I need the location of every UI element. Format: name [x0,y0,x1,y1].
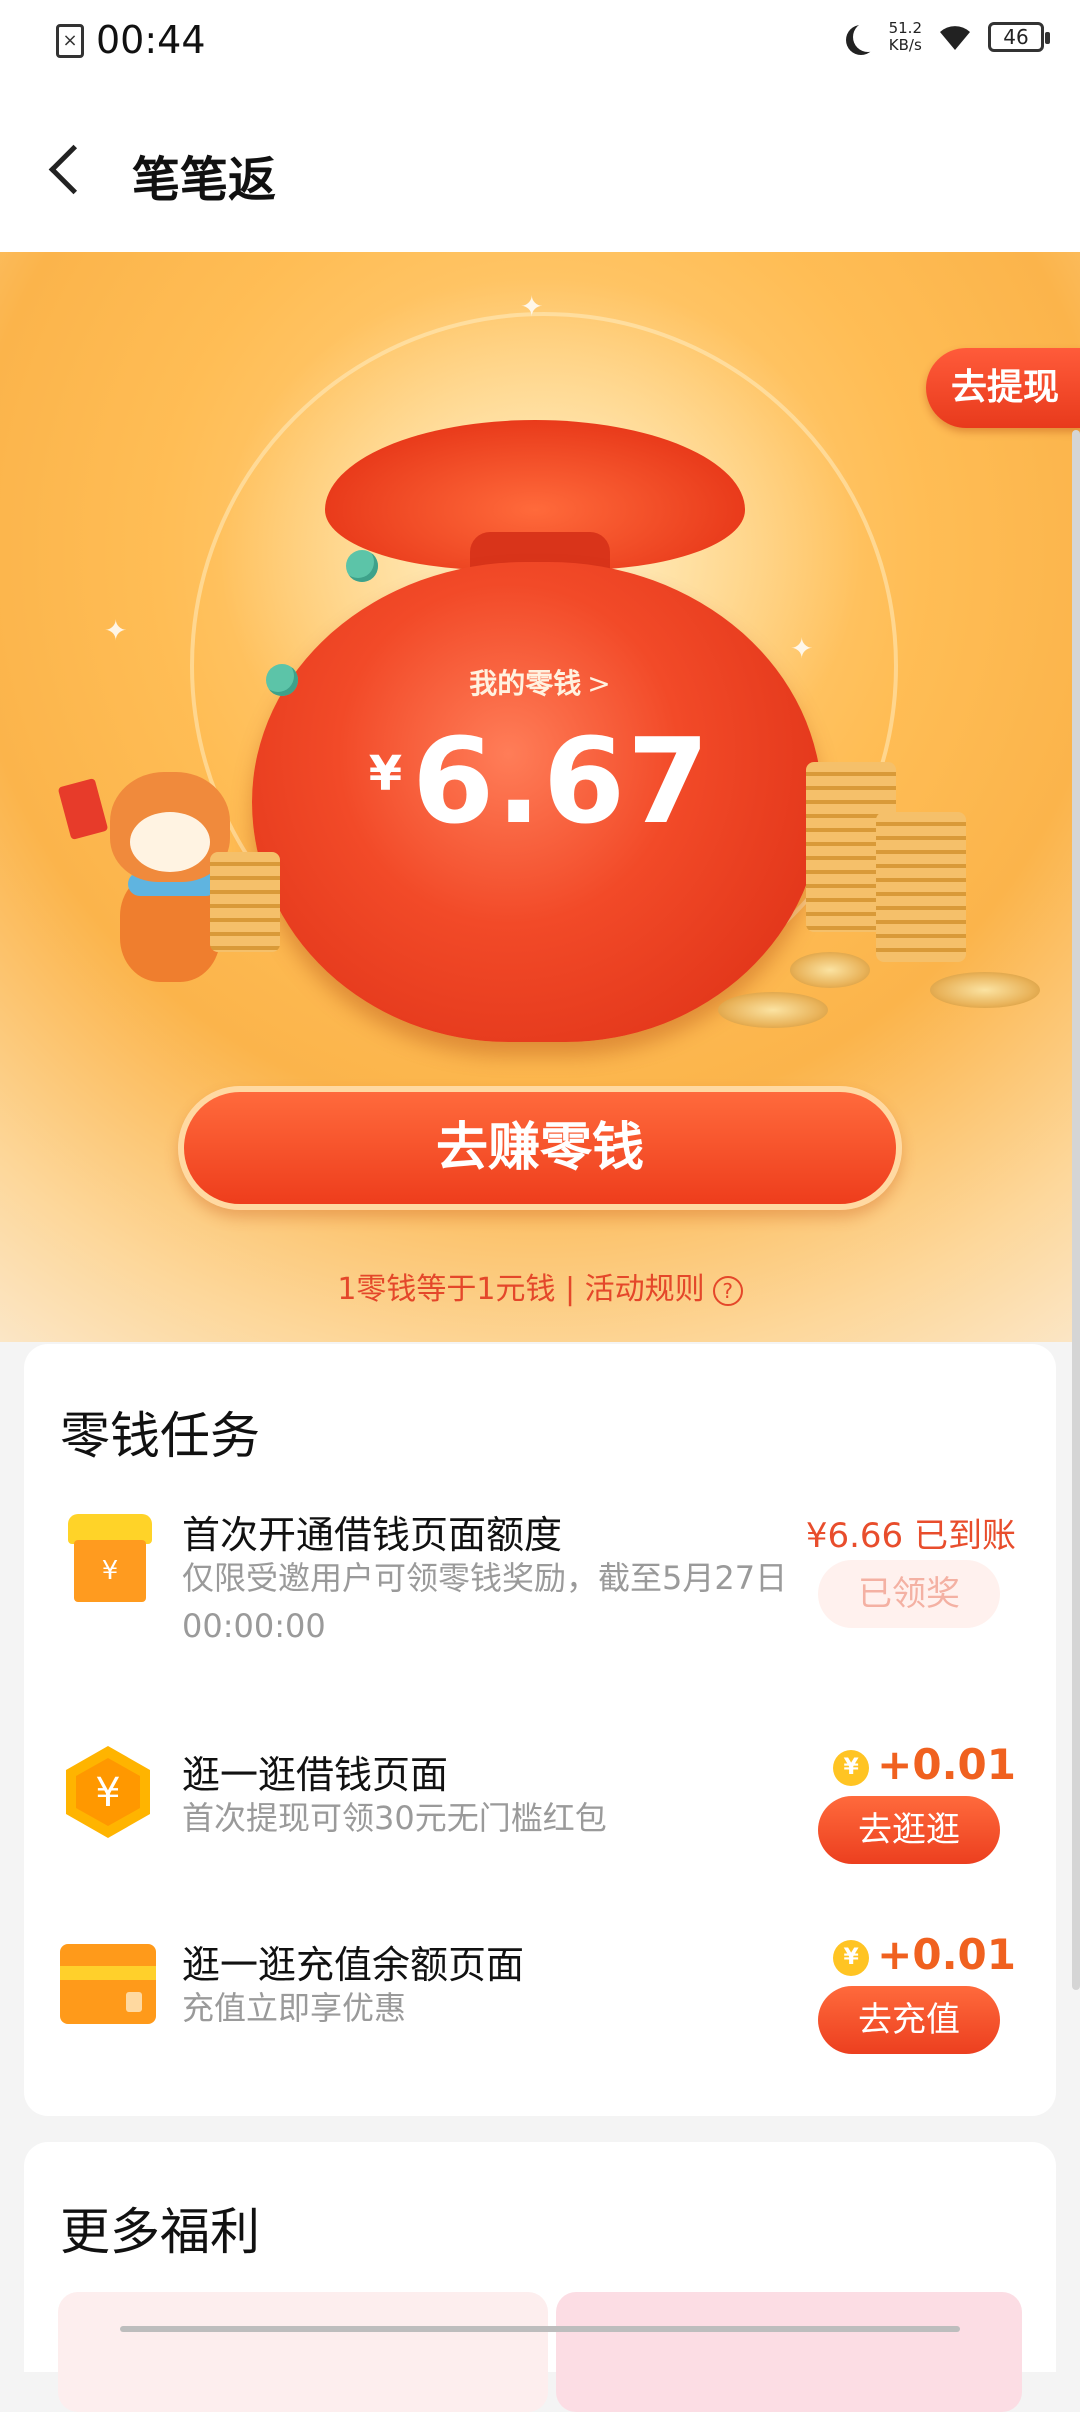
task-desc: 充值立即享优惠 [182,1989,407,2027]
coin-icon: ¥ [833,1749,870,1786]
currency-symbol: ¥ [368,746,403,802]
coin-icon: ¥ [833,1939,870,1976]
more-benefits-title: 更多福利 [60,2203,260,2261]
benefit-tile[interactable] [556,2292,1022,2412]
rule-text: 1零钱等于1元钱 | 活动规则 [337,1272,705,1307]
task-reward-value: +0.01 [877,1740,1016,1789]
task-name: 首次开通借钱页面额度 [182,1513,563,1557]
balance-label: 我的零钱 [469,667,582,700]
page-title: 笔笔返 [132,152,277,208]
coin-stack-icon [210,852,280,952]
mascot-face [130,812,210,872]
earn-change-button[interactable]: 去赚零钱 [178,1086,902,1210]
task-desc: 首次提现可领30元无门槛红包 [182,1799,607,1837]
more-benefits-card: 更多福利 [24,2142,1056,2412]
withdraw-button[interactable]: 去提现 [926,348,1080,428]
network-speed-unit: KB/s [888,36,922,54]
go-browse-button[interactable]: 去逛逛 [818,1796,1000,1864]
wifi-icon [936,22,974,52]
bead-decoration [346,550,378,582]
do-not-disturb-icon [853,22,883,52]
chevron-right-icon: > [587,667,611,700]
card-shape [60,1944,156,2024]
sparkle-icon: ✦ [520,290,544,323]
scrollbar[interactable] [1072,430,1080,1990]
network-speed: 51.2 KB/s [889,20,922,54]
task-reward: ¥6.66 已到账 [805,1516,1016,1556]
claimed-button: 已领奖 [818,1560,1000,1628]
sim-off-icon: × [56,24,84,58]
sparkle-icon: ✦ [790,632,814,665]
benefit-tile[interactable] [58,2292,548,2412]
help-icon: ? [712,1275,743,1306]
task-reward: ¥ +0.01 [833,1740,1016,1789]
tasks-title: 零钱任务 [60,1407,260,1465]
yuan-hexagon-icon: ¥ [60,1744,156,1840]
balance-value: 6.67 [412,712,712,850]
balance-link[interactable]: 我的零钱 > [0,662,1080,702]
shop-icon: ¥ [60,1514,156,1610]
task-reward-value: +0.01 [877,1930,1016,1979]
sparkle-icon: ✦ [104,614,128,647]
coin-icon [790,952,870,988]
battery-icon: 46 [988,22,1050,52]
recharge-button[interactable]: 去充值 [818,1986,1000,2054]
shop-body: ¥ [74,1540,146,1602]
status-time: 00:44 [96,18,206,62]
hero-banner: ✦ ✦ ✦ 去提现 我的零钱 > ¥6.67 去赚零钱 1零钱等于1元钱 | 活动… [0,252,1080,1342]
coin-icon [930,972,1040,1008]
activity-rules-link[interactable]: 1零钱等于1元钱 | 活动规则? [0,1264,1080,1308]
network-speed-value: 51.2 [888,19,922,37]
task-name: 逛一逛借钱页面 [182,1753,449,1797]
task-reward: ¥ +0.01 [833,1930,1016,1979]
coin-icon [718,992,828,1028]
svg-text:¥: ¥ [95,1770,120,1816]
coin-stack-icon [876,812,966,962]
home-indicator[interactable] [120,2326,960,2332]
tasks-card: 零钱任务 ¥ 首次开通借钱页面额度 仅限受邀用户可领零钱奖励，截至5月27日00… [24,1344,1056,2116]
app-bar: 笔笔返 [0,84,1080,252]
task-name: 逛一逛充值余额页面 [182,1943,525,1987]
back-arrow-icon[interactable] [44,140,92,200]
card-icon [60,1934,156,2030]
task-desc: 仅限受邀用户可领零钱奖励，截至5月27日00:00:00 [182,1559,788,1645]
status-bar: × 00:44 51.2 KB/s 46 [0,0,1080,84]
